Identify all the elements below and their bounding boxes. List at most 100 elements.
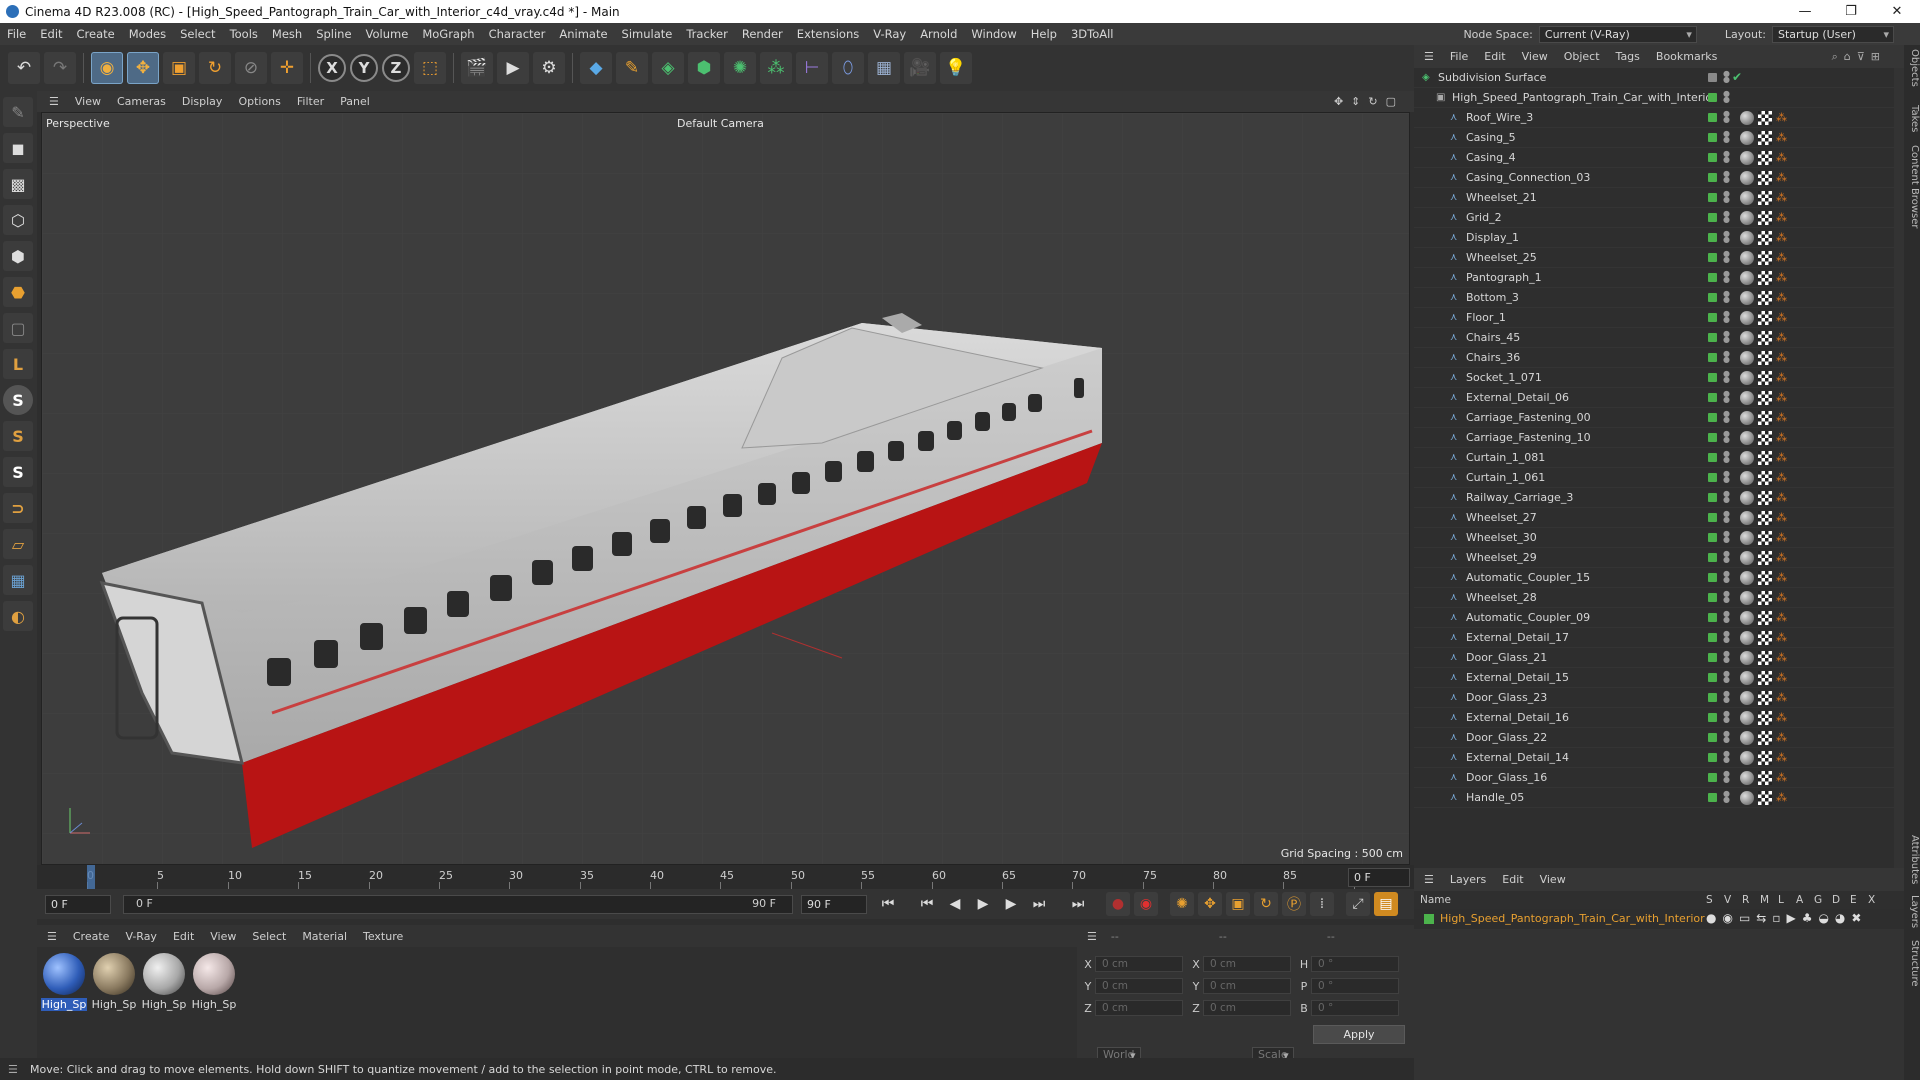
object-name[interactable]: External_Detail_15 — [1466, 671, 1569, 684]
key-scale-icon[interactable]: ▣ — [1226, 892, 1250, 916]
visibility-toggle[interactable] — [1708, 453, 1717, 462]
key-rotation-icon[interactable]: ↻ — [1254, 892, 1278, 916]
object-row[interactable]: ⋏ Chairs_45 ● ● ⁂ — [1414, 328, 1894, 348]
material-menu-material[interactable]: Material — [294, 930, 355, 943]
object-menu-view[interactable]: View — [1514, 50, 1556, 63]
texture-tag-icon[interactable] — [1758, 251, 1772, 265]
object-row[interactable]: ⋏ Casing_4 ● ● ⁂ — [1414, 148, 1894, 168]
object-row[interactable]: ⋏ Automatic_Coupler_09 ● ● ⁂ — [1414, 608, 1894, 628]
vray-tag-icon[interactable]: ⁂ — [1776, 671, 1787, 685]
visibility-toggle[interactable] — [1708, 333, 1717, 342]
render-visibility-dots[interactable]: ● ● — [1723, 590, 1730, 605]
material-menu-select[interactable]: Select — [244, 930, 294, 943]
render-visibility-dots[interactable]: ● ● — [1723, 210, 1730, 225]
timeline-menu-icon[interactable]: ▤ — [1374, 892, 1398, 916]
material-tag-icon[interactable] — [1740, 791, 1754, 805]
layer-color-swatch[interactable] — [1424, 914, 1434, 924]
visibility-toggle[interactable] — [1708, 573, 1717, 582]
vray-tag-icon[interactable]: ⁂ — [1776, 291, 1787, 305]
object-menu-object[interactable]: Object — [1556, 50, 1608, 63]
texture-tag-icon[interactable] — [1758, 311, 1772, 325]
render-region-icon[interactable]: 🎬 — [461, 52, 493, 84]
texture-tag-icon[interactable] — [1758, 611, 1772, 625]
texture-tag-icon[interactable] — [1758, 371, 1772, 385]
material-tag-icon[interactable] — [1740, 311, 1754, 325]
workplane-icon[interactable]: ▱ — [3, 529, 33, 559]
visibility-toggle[interactable] — [1708, 73, 1717, 82]
model-mode-icon[interactable]: ◼ — [3, 133, 33, 163]
status-menu-icon[interactable]: ☰ — [8, 1063, 18, 1076]
material-tag-icon[interactable] — [1740, 231, 1754, 245]
render-visibility-dots[interactable]: ● ● — [1723, 130, 1730, 145]
viewport-menu-cameras[interactable]: Cameras — [109, 95, 174, 108]
texture-tag-icon[interactable] — [1758, 191, 1772, 205]
object-menu-bookmarks[interactable]: Bookmarks — [1648, 50, 1725, 63]
menu-tools[interactable]: Tools — [223, 27, 265, 41]
tab-objects[interactable]: Objects — [1904, 49, 1920, 87]
material-menu-edit[interactable]: Edit — [165, 930, 202, 943]
texture-tag-icon[interactable] — [1758, 511, 1772, 525]
texture-tag-icon[interactable] — [1758, 131, 1772, 145]
size-x-field[interactable]: 0 cm — [1203, 956, 1291, 972]
menu-arnold[interactable]: Arnold — [913, 27, 964, 41]
render-visibility-dots[interactable]: ● ● — [1723, 410, 1730, 425]
object-row[interactable]: ⋏ Wheelset_27 ● ● ⁂ — [1414, 508, 1894, 528]
visibility-toggle[interactable] — [1708, 613, 1717, 622]
object-name[interactable]: Automatic_Coupler_09 — [1466, 611, 1590, 624]
vray-tag-icon[interactable]: ⁂ — [1776, 311, 1787, 325]
object-row[interactable]: ⋏ Door_Glass_22 ● ● ⁂ — [1414, 728, 1894, 748]
render-visibility-dots[interactable]: ● ● — [1723, 710, 1730, 725]
render-visibility-dots[interactable]: ● ● — [1723, 70, 1730, 85]
render-visibility-dots[interactable]: ● ● — [1723, 510, 1730, 525]
vray-tag-icon[interactable]: ⁂ — [1776, 131, 1787, 145]
visibility-toggle[interactable] — [1708, 253, 1717, 262]
object-row[interactable]: ⋏ Curtain_1_061 ● ● ⁂ — [1414, 468, 1894, 488]
viewport-nav-icons[interactable]: ✥⇕↻▢ — [1334, 95, 1404, 108]
uv-mode-icon[interactable]: ▢ — [3, 313, 33, 343]
object-name[interactable]: Roof_Wire_3 — [1466, 111, 1533, 124]
texture-tag-icon[interactable] — [1758, 631, 1772, 645]
vray-tag-icon[interactable]: ⁂ — [1776, 791, 1787, 805]
texture-tag-icon[interactable] — [1758, 691, 1772, 705]
render-visibility-dots[interactable]: ● ● — [1723, 270, 1730, 285]
visibility-toggle[interactable] — [1708, 773, 1717, 782]
render-visibility-dots[interactable]: ● ● — [1723, 730, 1730, 745]
vray-tag-icon[interactable]: ⁂ — [1776, 251, 1787, 265]
object-row[interactable]: ⋏ Casing_Connection_03 ● ● ⁂ — [1414, 168, 1894, 188]
texture-tag-icon[interactable] — [1758, 711, 1772, 725]
material-tag-icon[interactable] — [1740, 491, 1754, 505]
object-row[interactable]: ⋏ Wheelset_29 ● ● ⁂ — [1414, 548, 1894, 568]
position-z-field[interactable]: 0 cm — [1095, 1000, 1183, 1016]
texture-tag-icon[interactable] — [1758, 291, 1772, 305]
visibility-toggle[interactable] — [1708, 373, 1717, 382]
array-icon[interactable]: ✺ — [724, 52, 756, 84]
material-tag-icon[interactable] — [1740, 251, 1754, 265]
menu-tracker[interactable]: Tracker — [679, 27, 735, 41]
object-row[interactable]: ⋏ Carriage_Fastening_00 ● ● ⁂ — [1414, 408, 1894, 428]
y-axis-icon[interactable]: Y — [350, 54, 378, 82]
object-row[interactable]: ⋏ Pantograph_1 ● ● ⁂ — [1414, 268, 1894, 288]
texture-tag-icon[interactable] — [1758, 431, 1772, 445]
object-name[interactable]: External_Detail_06 — [1466, 391, 1569, 404]
material-tag-icon[interactable] — [1740, 351, 1754, 365]
visibility-toggle[interactable] — [1708, 553, 1717, 562]
texture-tag-icon[interactable] — [1758, 791, 1772, 805]
extrude-icon[interactable]: ⬢ — [688, 52, 720, 84]
visibility-toggle[interactable] — [1708, 593, 1717, 602]
vray-tag-icon[interactable]: ⁂ — [1776, 771, 1787, 785]
material-tag-icon[interactable] — [1740, 151, 1754, 165]
tab-layers[interactable]: Layers — [1904, 895, 1920, 928]
render-visibility-dots[interactable]: ● ● — [1723, 350, 1730, 365]
record-icon[interactable]: ● — [1106, 892, 1130, 916]
close-button[interactable]: ✕ — [1874, 0, 1920, 23]
subdivision-icon[interactable]: ◈ — [652, 52, 684, 84]
rotation-h-field[interactable]: 0 ° — [1311, 956, 1399, 972]
object-name[interactable]: Subdivision Surface — [1438, 71, 1546, 84]
visibility-toggle[interactable] — [1708, 753, 1717, 762]
object-name[interactable]: Wheelset_27 — [1466, 511, 1537, 524]
object-row[interactable]: ⋏ Display_1 ● ● ⁂ — [1414, 228, 1894, 248]
layer-name[interactable]: High_Speed_Pantograph_Train_Car_with_Int… — [1440, 912, 1705, 925]
render-visibility-dots[interactable]: ● ● — [1723, 650, 1730, 665]
texture-mode-icon[interactable]: ▩ — [3, 169, 33, 199]
render-visibility-dots[interactable]: ● ● — [1723, 670, 1730, 685]
